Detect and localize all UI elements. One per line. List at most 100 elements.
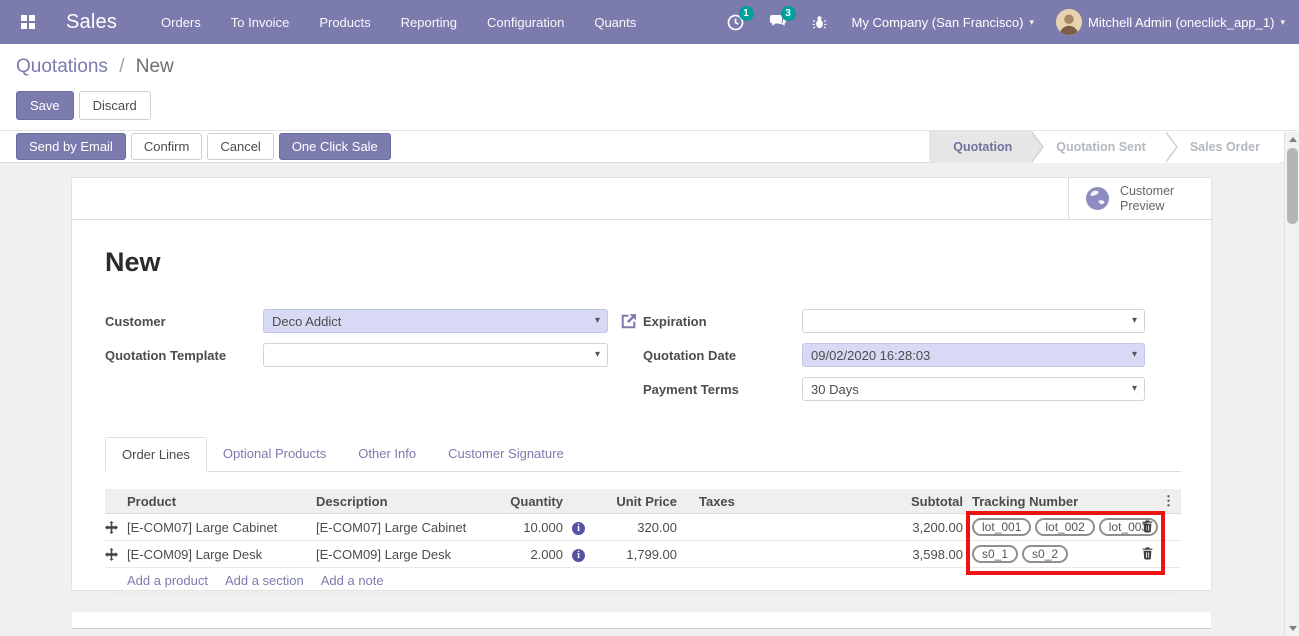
- expiration-field[interactable]: ▾: [802, 309, 1145, 333]
- nav-menu-reporting[interactable]: Reporting: [401, 15, 457, 30]
- drag-handle-icon[interactable]: [105, 548, 127, 561]
- table-header-row: Product Description Quantity Unit Price …: [105, 489, 1181, 514]
- expiration-label: Expiration: [643, 314, 802, 329]
- cell-product[interactable]: [E-COM07] Large Cabinet: [127, 520, 316, 535]
- tracking-tag[interactable]: lot_002: [1035, 518, 1094, 536]
- header-taxes[interactable]: Taxes: [677, 494, 862, 509]
- cell-quantity[interactable]: 2.000: [492, 547, 563, 562]
- vertical-scrollbar[interactable]: [1284, 132, 1299, 636]
- scroll-down-button[interactable]: [1285, 621, 1299, 636]
- message-count-badge: 3: [781, 6, 796, 21]
- delete-row-trash-icon[interactable]: [1141, 519, 1154, 533]
- header-quantity[interactable]: Quantity: [492, 494, 563, 509]
- nav-menu-quants[interactable]: Quants: [594, 15, 636, 30]
- tab-optional-products[interactable]: Optional Products: [207, 437, 342, 471]
- send-by-email-button[interactable]: Send by Email: [16, 133, 126, 160]
- debug-bug-icon[interactable]: [810, 12, 830, 32]
- nav-menu-products[interactable]: Products: [319, 15, 370, 30]
- status-steps: Quotation Quotation Sent Sales Order: [929, 131, 1280, 163]
- table-row[interactable]: [E-COM07] Large Cabinet [E-COM07] Large …: [105, 514, 1181, 541]
- triangle-up-icon: [1289, 137, 1297, 142]
- scroll-up-button[interactable]: [1285, 132, 1299, 147]
- quotation-template-label: Quotation Template: [105, 348, 263, 363]
- form-view-area: CustomerPreview New Customer Deco Addict…: [0, 178, 1299, 636]
- step-quotation-sent[interactable]: Quotation Sent: [1032, 131, 1166, 163]
- chevron-down-icon: ▾: [1280, 17, 1285, 28]
- messages-chat-icon[interactable]: 3: [768, 12, 788, 32]
- navbar-systray: 1 3 My Company (San Francisco) ▾ Mitchel…: [726, 9, 1285, 35]
- header-tracking-number[interactable]: Tracking Number: [963, 494, 1135, 509]
- discard-button[interactable]: Discard: [79, 91, 151, 120]
- add-a-product-link[interactable]: Add a product: [127, 573, 208, 588]
- cell-unit-price[interactable]: 320.00: [594, 520, 677, 535]
- tab-other-info[interactable]: Other Info: [342, 437, 432, 471]
- activity-clock-icon[interactable]: 1: [726, 12, 746, 32]
- cell-unit-price[interactable]: 1,799.00: [594, 547, 677, 562]
- forecast-info-icon[interactable]: i: [572, 549, 585, 562]
- nav-menu-configuration[interactable]: Configuration: [487, 15, 564, 30]
- cell-product[interactable]: [E-COM09] Large Desk: [127, 547, 316, 562]
- breadcrumb-quotations-link[interactable]: Quotations: [16, 56, 108, 77]
- form-sheet: CustomerPreview New Customer Deco Addict…: [72, 178, 1211, 590]
- header-product[interactable]: Product: [127, 494, 316, 509]
- customer-preview-button[interactable]: CustomerPreview: [1068, 178, 1211, 219]
- quotation-template-field[interactable]: ▾: [263, 343, 608, 367]
- tab-customer-signature[interactable]: Customer Signature: [432, 437, 580, 471]
- cancel-button[interactable]: Cancel: [207, 133, 273, 160]
- breadcrumb-current: New: [136, 56, 174, 77]
- confirm-button[interactable]: Confirm: [131, 133, 203, 160]
- header-description[interactable]: Description: [316, 494, 492, 509]
- statusbar-buttons: Send by Email Confirm Cancel One Click S…: [16, 133, 391, 160]
- one-click-sale-button[interactable]: One Click Sale: [279, 133, 391, 160]
- control-panel: Quotations / New Save Discard: [0, 44, 1299, 131]
- app-title: Sales: [66, 11, 117, 34]
- avatar: [1056, 9, 1082, 35]
- chatter-area: [72, 612, 1211, 629]
- open-customer-record-icon[interactable]: [620, 313, 637, 330]
- cell-description[interactable]: [E-COM09] Large Desk: [316, 547, 492, 562]
- nav-menu-to-invoice[interactable]: To Invoice: [231, 15, 290, 30]
- drag-handle-icon[interactable]: [105, 521, 127, 534]
- forecast-info-icon[interactable]: i: [572, 522, 585, 535]
- header-subtotal[interactable]: Subtotal: [862, 494, 963, 509]
- company-switcher[interactable]: My Company (San Francisco) ▾: [852, 15, 1034, 30]
- payment-terms-field[interactable]: 30 Days ▾: [802, 377, 1145, 401]
- table-row[interactable]: [E-COM09] Large Desk [E-COM09] Large Des…: [105, 541, 1181, 568]
- scrollbar-thumb[interactable]: [1287, 148, 1298, 224]
- dropdown-caret-icon: ▾: [1132, 383, 1137, 394]
- cell-quantity[interactable]: 10.000: [492, 520, 563, 535]
- top-navbar: Sales Orders To Invoice Products Reporti…: [0, 0, 1299, 44]
- quotation-date-label: Quotation Date: [643, 348, 802, 363]
- save-button[interactable]: Save: [16, 91, 74, 120]
- tab-order-lines[interactable]: Order Lines: [105, 437, 207, 472]
- cell-description[interactable]: [E-COM07] Large Cabinet: [316, 520, 492, 535]
- optional-columns-icon[interactable]: ⋮: [1160, 493, 1181, 509]
- delete-row-trash-icon[interactable]: [1141, 546, 1154, 560]
- odoo-sales-screen: Sales Orders To Invoice Products Reporti…: [0, 0, 1299, 636]
- tracking-tag[interactable]: s0_2: [1022, 545, 1068, 563]
- add-a-section-link[interactable]: Add a section: [225, 573, 304, 588]
- tracking-tag[interactable]: s0_1: [972, 545, 1018, 563]
- dropdown-caret-icon: ▾: [1132, 349, 1137, 360]
- cell-tracking-number: s0_1 s0_2: [963, 545, 1135, 563]
- nav-menu-orders[interactable]: Orders: [161, 15, 201, 30]
- step-quotation[interactable]: Quotation: [929, 131, 1032, 163]
- customer-label: Customer: [105, 314, 263, 329]
- cell-subtotal[interactable]: 3,598.00: [862, 547, 963, 562]
- cell-tracking-number: lot_001 lot_002 lot_003: [963, 518, 1135, 536]
- tracking-tag[interactable]: lot_001: [972, 518, 1031, 536]
- user-menu[interactable]: Mitchell Admin (oneclick_app_1) ▾: [1056, 9, 1285, 35]
- quotation-date-field[interactable]: 09/02/2020 16:28:03 ▾: [802, 343, 1145, 367]
- apps-menu-button[interactable]: [0, 0, 56, 44]
- cell-subtotal[interactable]: 3,200.00: [862, 520, 963, 535]
- dropdown-caret-icon: ▾: [595, 349, 600, 360]
- step-sales-order[interactable]: Sales Order: [1166, 131, 1280, 163]
- payment-terms-label: Payment Terms: [643, 382, 802, 397]
- notebook-tabs: Order Lines Optional Products Other Info…: [105, 437, 1181, 472]
- dropdown-caret-icon: ▾: [1132, 315, 1137, 326]
- header-unit-price[interactable]: Unit Price: [594, 494, 677, 509]
- chevron-down-icon: ▾: [1030, 17, 1035, 28]
- customer-field[interactable]: Deco Addict ▾: [263, 309, 608, 333]
- add-a-note-link[interactable]: Add a note: [321, 573, 384, 588]
- triangle-down-icon: [1289, 626, 1297, 631]
